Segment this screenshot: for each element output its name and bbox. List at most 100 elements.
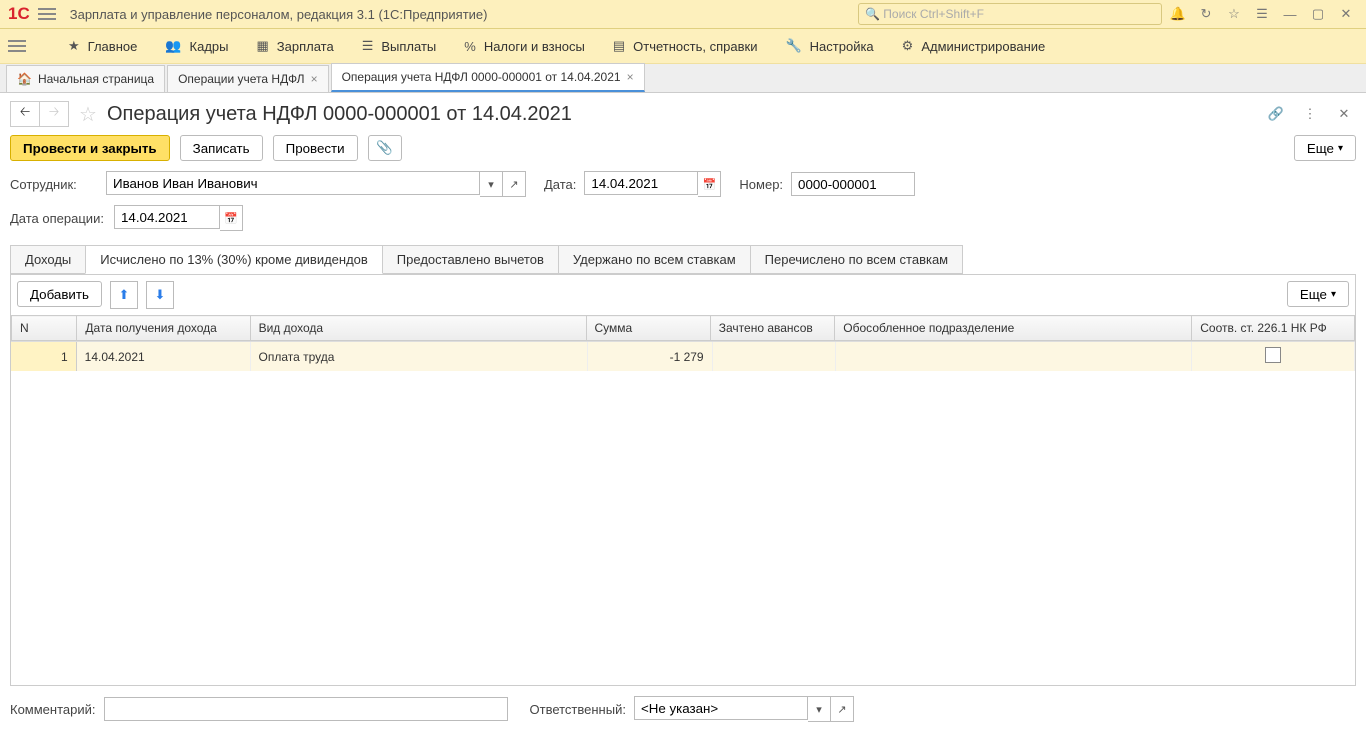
op-date-label: Дата операции: xyxy=(10,211,106,226)
mainmenu-label: Налоги и взносы xyxy=(484,39,585,54)
search-placeholder: Поиск Ctrl+Shift+F xyxy=(883,7,984,21)
cell-sum: -1 279 xyxy=(588,342,712,371)
mainmenu-item[interactable]: 👥 Кадры xyxy=(165,38,228,54)
nav-tab[interactable]: Операции учета НДФЛ × xyxy=(167,65,329,92)
subtab[interactable]: Доходы xyxy=(10,245,86,274)
cell-n: 1 xyxy=(11,342,76,371)
column-header[interactable]: Сумма xyxy=(586,316,710,341)
number-label: Номер: xyxy=(739,177,783,192)
mainmenu-item[interactable]: % Налоги и взносы xyxy=(464,39,585,54)
nav-back-button[interactable]: 🡠 xyxy=(10,101,40,127)
close-form-icon[interactable]: ✕ xyxy=(1332,102,1356,126)
filter-icon[interactable]: ☰ xyxy=(1250,2,1274,26)
nav-tab[interactable]: Операция учета НДФЛ 0000-000001 от 14.04… xyxy=(331,63,645,92)
history-icon[interactable]: ↻ xyxy=(1194,2,1218,26)
cell-advance xyxy=(712,342,836,371)
checkbox-icon[interactable] xyxy=(1265,347,1281,363)
star-icon[interactable]: ☆ xyxy=(1222,2,1246,26)
panel-more-button[interactable]: Еще xyxy=(1287,281,1349,307)
page-title: Операция учета НДФЛ 0000-000001 от 14.04… xyxy=(107,103,572,126)
kebab-icon[interactable]: ⋮ xyxy=(1298,102,1322,126)
minimize-icon[interactable]: — xyxy=(1278,2,1302,26)
comment-field[interactable] xyxy=(104,697,508,721)
op-date-calendar-icon[interactable]: 📅 xyxy=(220,205,243,231)
home-icon: 🏠 xyxy=(17,72,32,86)
mainmenu-item[interactable]: ☰ Выплаты xyxy=(362,38,437,54)
post-and-close-button[interactable]: Провести и закрыть xyxy=(10,135,170,161)
save-button[interactable]: Записать xyxy=(180,135,263,161)
mainmenu-icon: ▦ xyxy=(256,38,268,54)
mainmenu-label: Администрирование xyxy=(921,39,1045,54)
mainmenu-icon: ⚙ xyxy=(902,38,914,54)
mainmenu-label: Кадры xyxy=(190,39,229,54)
subtab[interactable]: Предоставлено вычетов xyxy=(382,245,559,274)
employee-field[interactable] xyxy=(106,171,480,195)
cell-date: 14.04.2021 xyxy=(76,342,250,371)
move-down-icon[interactable]: ⬇ xyxy=(146,281,174,309)
mainmenu-item[interactable]: ★Главное xyxy=(68,38,137,54)
mainmenu-icon: % xyxy=(464,39,476,54)
tab-close-icon[interactable]: × xyxy=(311,72,318,86)
column-header[interactable]: Дата получения дохода xyxy=(77,316,250,341)
mainmenu-label: Зарплата xyxy=(277,39,334,54)
tab-close-icon[interactable]: × xyxy=(627,70,634,84)
employee-label: Сотрудник: xyxy=(10,177,98,192)
close-window-icon[interactable]: ✕ xyxy=(1334,2,1358,26)
mainmenu-item[interactable]: ▤ Отчетность, справки xyxy=(613,38,758,54)
bell-icon[interactable]: 🔔 xyxy=(1166,2,1190,26)
tab-label: Операция учета НДФЛ 0000-000001 от 14.04… xyxy=(342,70,621,84)
attach-button[interactable]: 📎 xyxy=(368,135,402,161)
column-header[interactable]: Зачтено авансов xyxy=(710,316,835,341)
mainmenu-item[interactable]: ▦ Зарплата xyxy=(256,38,333,54)
subtab[interactable]: Исчислено по 13% (30%) кроме дивидендов xyxy=(85,245,383,274)
mainmenu-icon: 🔧 xyxy=(785,38,801,54)
mainmenu-icon: ▤ xyxy=(613,38,625,54)
app-logo: 1C xyxy=(8,4,30,24)
main-hamburger-icon[interactable] xyxy=(8,40,26,52)
tab-label: Операции учета НДФЛ xyxy=(178,72,305,86)
nav-tab[interactable]: 🏠 Начальная страница xyxy=(6,65,165,92)
employee-dropdown-icon[interactable]: ▾ xyxy=(480,171,503,197)
date-field[interactable] xyxy=(584,171,698,195)
employee-open-icon[interactable]: ↗ xyxy=(503,171,526,197)
link-icon[interactable]: 🔗 xyxy=(1264,102,1288,126)
number-field[interactable] xyxy=(791,172,915,196)
mainmenu-label: Отчетность, справки xyxy=(633,39,757,54)
subtab[interactable]: Удержано по всем ставкам xyxy=(558,245,751,274)
tab-label: Начальная страница xyxy=(38,72,154,86)
responsible-label: Ответственный: xyxy=(530,702,626,717)
mainmenu-item[interactable]: ⚙ Администрирование xyxy=(902,38,1046,54)
mainmenu-label: Настройка xyxy=(810,39,874,54)
op-date-field[interactable] xyxy=(114,205,220,229)
column-header[interactable]: Обособленное подразделение xyxy=(835,316,1192,341)
favorite-star-icon[interactable]: ☆ xyxy=(79,102,97,127)
cell-kind: Оплата труда xyxy=(250,342,588,371)
column-header[interactable]: Соотв. ст. 226.1 НК РФ xyxy=(1192,316,1355,341)
mainmenu-label: Главное xyxy=(88,39,138,54)
column-header[interactable]: Вид дохода xyxy=(250,316,586,341)
hamburger-icon[interactable] xyxy=(38,8,56,20)
responsible-field[interactable] xyxy=(634,696,808,720)
move-up-icon[interactable]: ⬆ xyxy=(110,281,138,309)
date-calendar-icon[interactable]: 📅 xyxy=(698,171,721,197)
mainmenu-label: Выплаты xyxy=(381,39,436,54)
cell-art[interactable] xyxy=(1192,342,1355,371)
add-row-button[interactable]: Добавить xyxy=(17,281,102,307)
window-title: Зарплата и управление персоналом, редакц… xyxy=(70,7,488,22)
nav-forward-button[interactable]: 🡢 xyxy=(40,101,69,127)
subtab[interactable]: Перечислено по всем ставкам xyxy=(750,245,963,274)
responsible-dropdown-icon[interactable]: ▾ xyxy=(808,696,831,722)
more-button[interactable]: Еще xyxy=(1294,135,1356,161)
global-search[interactable]: 🔍 Поиск Ctrl+Shift+F xyxy=(858,3,1162,25)
column-header[interactable]: N xyxy=(12,316,77,341)
date-label: Дата: xyxy=(544,177,576,192)
maximize-icon[interactable]: ▢ xyxy=(1306,2,1330,26)
post-button[interactable]: Провести xyxy=(273,135,358,161)
search-icon: 🔍 xyxy=(865,7,880,21)
mainmenu-item[interactable]: 🔧 Настройка xyxy=(785,38,873,54)
cell-unit xyxy=(836,342,1192,371)
table-row[interactable]: 114.04.2021Оплата труда-1 279 xyxy=(11,342,1355,371)
mainmenu-icon: 👥 xyxy=(165,38,181,54)
mainmenu-icon: ☰ xyxy=(362,38,374,54)
responsible-open-icon[interactable]: ↗ xyxy=(831,696,854,722)
